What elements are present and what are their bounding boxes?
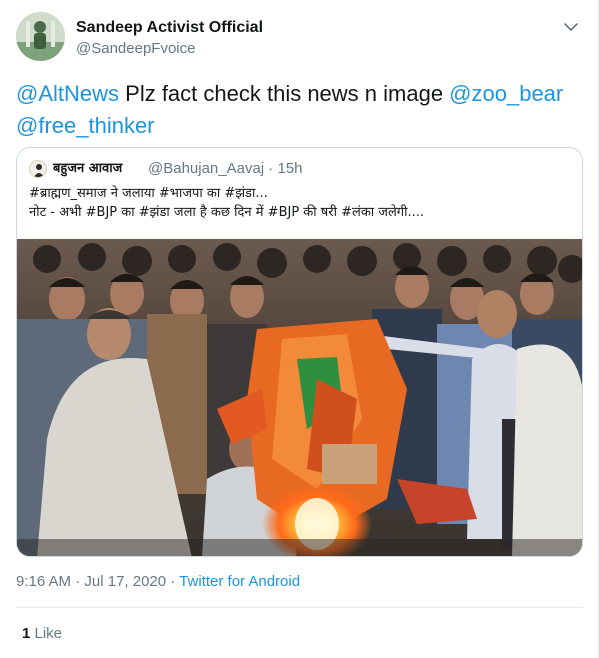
divider bbox=[16, 607, 583, 608]
quoted-author-handle: @Bahujan_Aavaj bbox=[148, 160, 265, 177]
tweet-source-link[interactable]: Twitter for Android bbox=[179, 573, 300, 590]
mention-altnews[interactable]: @AltNews bbox=[16, 81, 119, 106]
quoted-author-avatar bbox=[29, 160, 47, 178]
author-display-name[interactable]: Sandeep Activist Official bbox=[76, 18, 263, 38]
like-label: Like bbox=[30, 625, 63, 642]
tweet-text-body: Plz fact check this news n image bbox=[119, 81, 450, 106]
tweet-text: @AltNews Plz fact check this news n imag… bbox=[16, 78, 581, 142]
quoted-text-line-2: नोट - अभी #BJP का #झंडा जला है कछ दिन मे… bbox=[29, 205, 424, 220]
quoted-tweet-time: 15h bbox=[277, 160, 303, 177]
quoted-text-line-1: #ब्राह्मण_समाज ने जलाया #भाजपा का #झंडा.… bbox=[29, 186, 268, 201]
tweet-meta: 9:16 AM · Jul 17, 2020 · Twitter for And… bbox=[16, 572, 300, 592]
quoted-avatar-image bbox=[34, 164, 44, 177]
author-handle[interactable]: @SandeepFvoice bbox=[76, 39, 263, 59]
quoted-tweet[interactable]: बहुजन आवाज @Bahujan_Aavaj · 15h #ब्राह्म… bbox=[16, 147, 583, 557]
quoted-author-name: बहुजन आवाज bbox=[53, 161, 123, 176]
author-names: Sandeep Activist Official @SandeepFvoice bbox=[76, 18, 263, 59]
crowd-flag-burning-photo bbox=[17, 239, 582, 556]
chevron-down-icon[interactable] bbox=[562, 18, 580, 36]
avatar-image bbox=[16, 12, 65, 61]
quoted-author-meta: @Bahujan_Aavaj · 15h bbox=[148, 159, 303, 179]
author-avatar[interactable] bbox=[16, 12, 65, 61]
quoted-meta-separator: · bbox=[264, 160, 278, 177]
quoted-tweet-photo[interactable] bbox=[17, 239, 582, 556]
tweet-header: Sandeep Activist Official @SandeepFvoice bbox=[16, 12, 584, 64]
likes-stat[interactable]: 1 Like bbox=[22, 624, 62, 644]
mention-zoo-bear[interactable]: @zoo_bear bbox=[449, 81, 563, 106]
tweet-date[interactable]: Jul 17, 2020 bbox=[84, 573, 166, 590]
meta-separator-1: · bbox=[71, 573, 85, 590]
mention-free-thinker[interactable]: @free_thinker bbox=[16, 113, 155, 138]
tweet-time[interactable]: 9:16 AM bbox=[16, 573, 71, 590]
meta-separator-2: · bbox=[166, 573, 180, 590]
quoted-tweet-text: #ब्राह्मण_समाज ने जलाया #भाजपा का #झंडा.… bbox=[29, 184, 574, 222]
tweet-card: Sandeep Activist Official @SandeepFvoice… bbox=[0, 0, 599, 658]
